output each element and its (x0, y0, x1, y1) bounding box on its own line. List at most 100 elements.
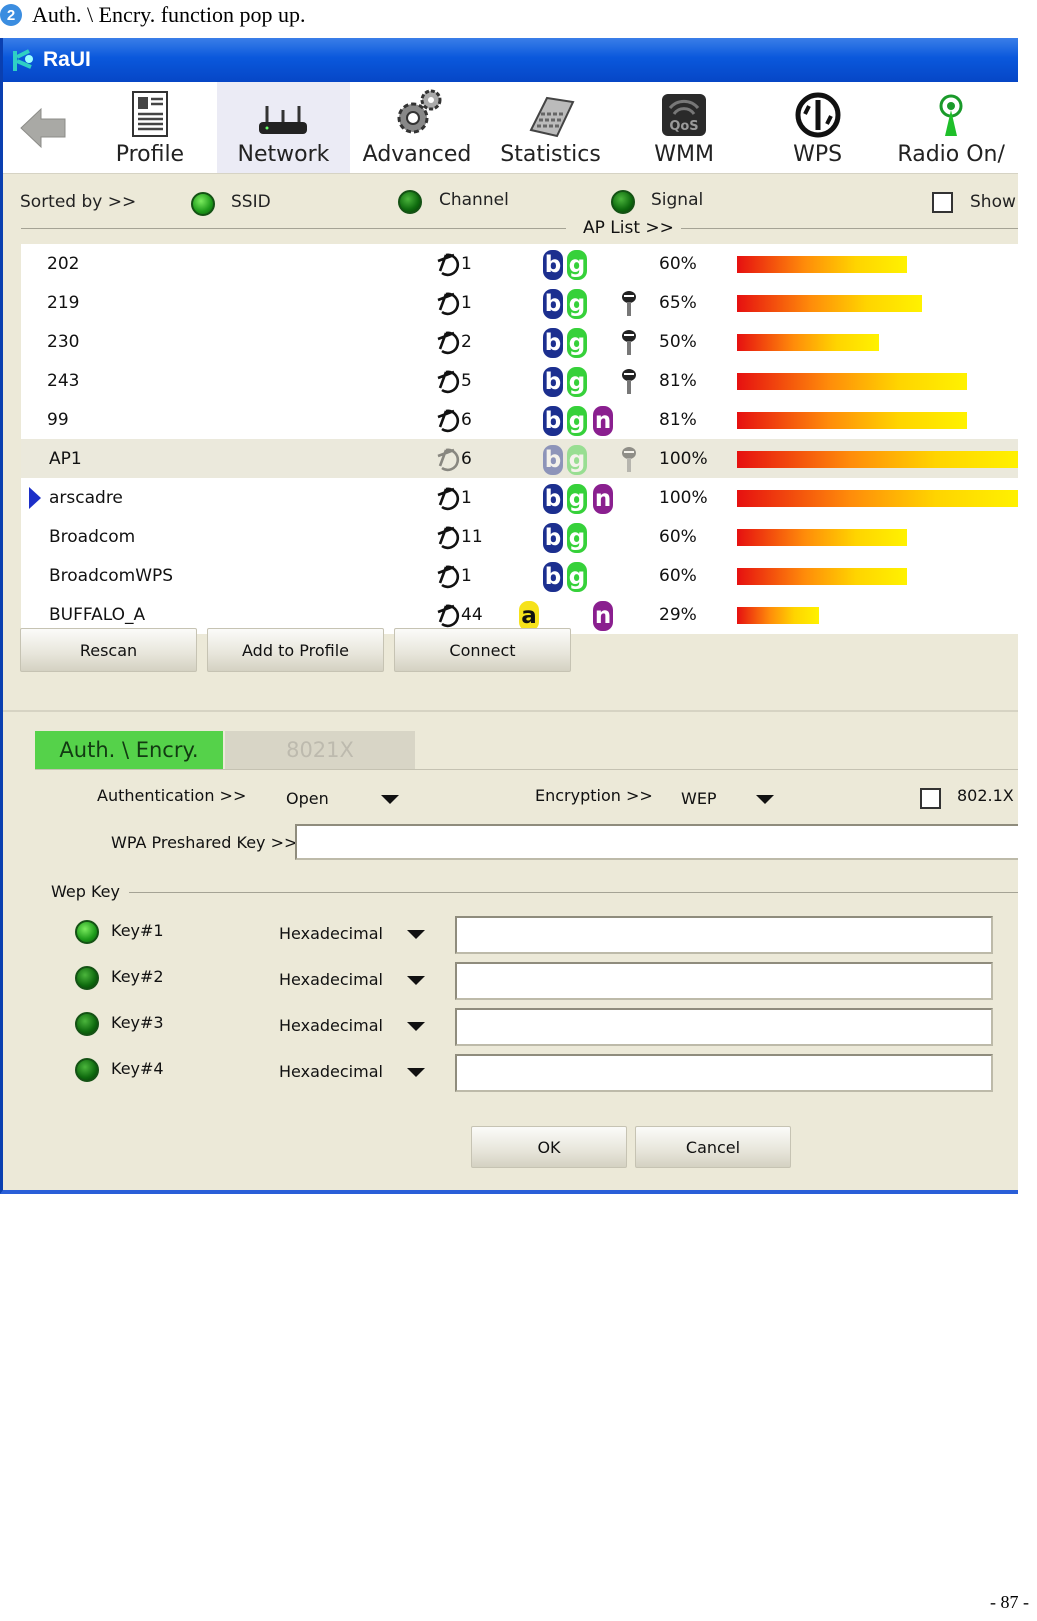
ap-list-row[interactable]: BroadcomWPS 1 b g 60% (21, 556, 1018, 595)
key-format-dropdown-arrow-icon[interactable] (407, 976, 425, 985)
signal-percent: 81% (659, 410, 697, 430)
signal-percent: 60% (659, 254, 697, 274)
signal-strength-bar (737, 607, 819, 624)
wep-key-input[interactable] (455, 1008, 993, 1046)
channel-cell: 1 (461, 566, 472, 586)
wep-key-radio[interactable] (75, 966, 99, 990)
signal-percent: 50% (659, 332, 697, 352)
add-to-profile-button[interactable]: Add to Profile (207, 628, 384, 672)
signal-percent: 29% (659, 605, 697, 625)
raui-app-icon (11, 47, 35, 73)
rescan-button[interactable]: Rescan (20, 628, 197, 672)
ssid-cell: AP1 (49, 449, 82, 469)
authentication-select-value[interactable]: Open (286, 789, 329, 808)
channel-icon (436, 251, 460, 282)
key-format-dropdown-arrow-icon[interactable] (407, 1022, 425, 1031)
mode-g-icon: g (567, 523, 587, 553)
wep-key-format-value[interactable]: Hexadecimal (279, 1016, 383, 1035)
channel-cell: 11 (461, 527, 483, 547)
signal-percent: 60% (659, 566, 697, 586)
tab-auth-encry[interactable]: Auth. \ Encry. (35, 731, 223, 769)
encryption-dropdown-arrow-icon[interactable] (756, 795, 774, 804)
channel-cell: 2 (461, 332, 472, 352)
toolbar-label: Radio On/ (897, 142, 1005, 167)
ap-list[interactable]: 202 1 b g 60% 219 1 b g 65% 230 2 b g 50% 243 5 b g 81% 99 6 b… (21, 244, 1018, 634)
ssid-cell: Broadcom (49, 527, 136, 547)
sort-signal-radio[interactable] (611, 190, 635, 214)
toolbar-wps-button[interactable]: WPS (751, 82, 885, 173)
wep-key-format-value[interactable]: Hexadecimal (279, 1062, 383, 1081)
ap-list-row[interactable]: 243 5 b g 81% (21, 361, 1018, 400)
sort-ssid-radio[interactable] (191, 192, 215, 216)
sort-channel-radio[interactable] (398, 190, 422, 214)
toolbar-wmm-button[interactable]: QoS WMM (617, 82, 751, 173)
encryption-select-value[interactable]: WEP (681, 789, 717, 808)
channel-icon (436, 524, 460, 555)
wep-key-radio[interactable] (75, 1012, 99, 1036)
router-icon (259, 106, 308, 134)
ap-list-row[interactable]: 202 1 b g 60% (21, 244, 1018, 283)
radio-antenna-icon (939, 94, 963, 136)
mode-b-icon: b (543, 445, 563, 475)
ssid-cell: arscadre (49, 488, 123, 508)
connect-button[interactable]: Connect (394, 628, 571, 672)
tab-8021x[interactable]: 8021X (225, 731, 415, 769)
aplist-label: AP List >> (583, 218, 674, 238)
toolbar-network-button[interactable]: Network (216, 82, 351, 173)
ap-list-row[interactable]: 99 6 b g n 81% (21, 400, 1018, 439)
channel-cell: 6 (461, 449, 472, 469)
authentication-label: Authentication >> (97, 786, 247, 805)
gears-icon (397, 89, 442, 134)
sort-signal-label: Signal (651, 190, 704, 210)
toolbar-advanced-button[interactable]: Advanced (350, 82, 484, 173)
channel-icon (436, 368, 460, 399)
ap-list-row[interactable]: Broadcom 11 b g 60% (21, 517, 1018, 556)
channel-icon (436, 446, 460, 477)
8021x-checkbox[interactable] (920, 788, 941, 809)
title-bar[interactable]: RaUI (3, 38, 1018, 82)
signal-strength-bar (737, 334, 879, 351)
authentication-dropdown-arrow-icon[interactable] (381, 795, 399, 804)
key-lock-icon (621, 329, 637, 362)
mode-g-icon: g (567, 250, 587, 280)
key-format-dropdown-arrow-icon[interactable] (407, 1068, 425, 1077)
cancel-button[interactable]: Cancel (635, 1126, 791, 1168)
ap-list-row[interactable]: 219 1 b g 65% (21, 283, 1018, 322)
signal-strength-bar (737, 490, 1018, 507)
signal-strength-bar (737, 529, 907, 546)
channel-icon (436, 407, 460, 438)
mode-b-icon: b (543, 523, 563, 553)
wep-key-label: Key#1 (111, 921, 164, 940)
wep-key-format-value[interactable]: Hexadecimal (279, 924, 383, 943)
ssid-cell: 230 (47, 332, 80, 352)
wps-icon (795, 92, 841, 138)
wep-key-radio[interactable] (75, 1058, 99, 1082)
mode-b-icon: b (543, 250, 563, 280)
ap-list-row[interactable]: arscadre 1 b g n 100% (21, 478, 1018, 517)
wep-key-format-value[interactable]: Hexadecimal (279, 970, 383, 989)
wpa-psk-input[interactable] (295, 824, 1018, 860)
ap-list-row[interactable]: AP1 6 b g 100% (21, 439, 1018, 478)
ap-list-row[interactable]: 230 2 b g 50% (21, 322, 1018, 361)
ok-button[interactable]: OK (471, 1126, 627, 1168)
show-checkbox[interactable] (932, 192, 953, 213)
mode-g-icon: g (567, 328, 587, 358)
wep-key-input[interactable] (455, 1054, 993, 1092)
toolbar-statistics-button[interactable]: Statistics (484, 82, 618, 173)
signal-strength-bar (737, 295, 922, 312)
ssid-cell: 219 (47, 293, 80, 313)
wep-key-input[interactable] (455, 962, 993, 1000)
qos-icon: QoS (662, 94, 707, 136)
wep-key-radio[interactable] (75, 920, 99, 944)
toolbar-radio-button[interactable]: Radio On/ (884, 82, 1018, 173)
toolbar-profile-button[interactable]: Profile (83, 82, 217, 173)
back-button[interactable] (3, 82, 83, 173)
channel-cell: 44 (461, 605, 483, 625)
key-format-dropdown-arrow-icon[interactable] (407, 930, 425, 939)
divider (35, 769, 1018, 770)
calculator-icon (529, 96, 575, 138)
mode-b-icon: b (543, 367, 563, 397)
toolbar-label: Advanced (362, 142, 472, 167)
wep-key-input[interactable] (455, 916, 993, 954)
mode-b-icon: b (543, 484, 563, 514)
